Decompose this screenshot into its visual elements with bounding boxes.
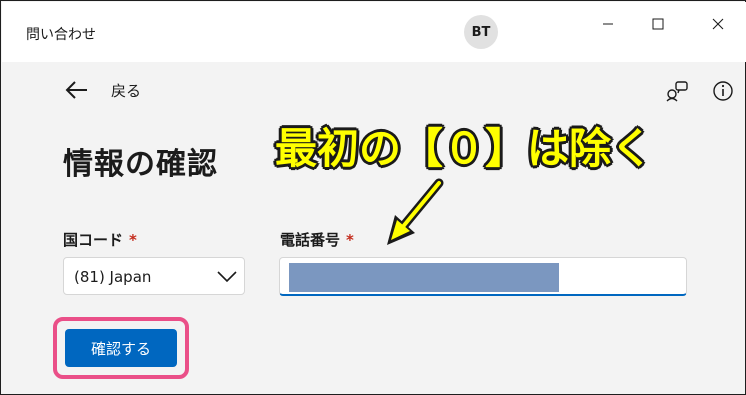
minimize-button[interactable] — [588, 10, 628, 38]
annotation-arrow-icon — [387, 178, 444, 245]
country-code-label-text: 国コード — [63, 231, 124, 249]
phone-number-input[interactable] — [279, 257, 687, 296]
minimize-icon — [603, 23, 613, 25]
annotation-callout: 最初の【０】は除く — [275, 124, 654, 173]
close-button[interactable] — [698, 10, 738, 38]
confirm-button[interactable]: 確認する — [65, 329, 177, 367]
feedback-icon — [666, 81, 688, 102]
country-code-select[interactable]: (81) Japan — [63, 257, 245, 295]
phone-number-label: 電話番号 * — [280, 229, 354, 250]
country-code-label: 国コード * — [63, 229, 137, 250]
window-title: 問い合わせ — [26, 27, 96, 43]
back-arrow-icon — [65, 81, 87, 99]
title-bar: 問い合わせ BT — [2, 2, 746, 62]
back-label[interactable]: 戻る — [111, 80, 141, 101]
required-marker: * — [129, 231, 137, 249]
maximize-button[interactable] — [638, 10, 678, 38]
app-window: 問い合わせ BT 戻る 情報の確認 最初の【０】は除く 国コード * 電話番号 … — [0, 0, 746, 395]
confirm-button-highlight: 確認する — [53, 317, 189, 379]
user-avatar[interactable]: BT — [464, 15, 498, 49]
chevron-down-icon — [217, 271, 237, 283]
feedback-button[interactable] — [665, 79, 689, 103]
page-title: 情報の確認 — [63, 147, 218, 182]
maximize-icon — [652, 18, 664, 30]
avatar-initials: BT — [471, 24, 491, 40]
redacted-phone-value — [289, 263, 559, 292]
phone-number-label-text: 電話番号 — [280, 231, 341, 249]
info-icon — [713, 81, 733, 101]
info-button[interactable] — [712, 80, 734, 102]
required-marker: * — [346, 231, 354, 249]
country-code-value: (81) Japan — [74, 268, 152, 286]
back-button[interactable] — [63, 77, 91, 103]
close-icon — [712, 18, 724, 30]
